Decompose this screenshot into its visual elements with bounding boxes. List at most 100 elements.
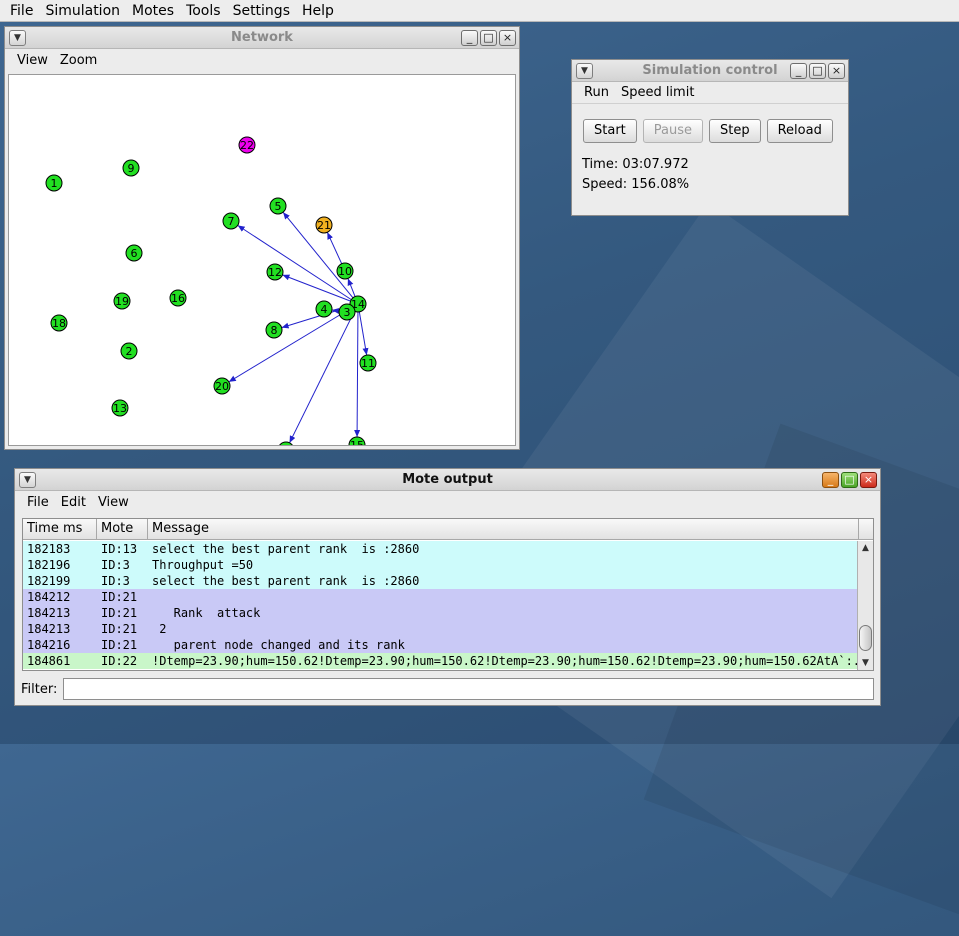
network-graph[interactable]: 19227521612101916414318821120131715: [9, 75, 516, 446]
cell-time: 184861: [27, 654, 71, 668]
minimize-icon[interactable]: _: [790, 63, 807, 79]
mote-node[interactable]: 13: [111, 399, 129, 417]
mote-node[interactable]: 15: [348, 436, 366, 446]
mote-node[interactable]: 6: [125, 244, 143, 262]
mote-node[interactable]: 19: [113, 292, 131, 310]
maximize-icon[interactable]: □: [480, 30, 497, 46]
mote-node[interactable]: 10: [336, 262, 354, 280]
mote-output-window: ▼ Mote output _ □ × File Edit View Time …: [14, 468, 881, 706]
menu-file[interactable]: File: [21, 495, 55, 510]
menu-edit[interactable]: Edit: [55, 495, 92, 510]
filter-input[interactable]: [63, 678, 875, 700]
time-readout: Time: 03:07.972: [582, 157, 689, 172]
mote-node[interactable]: 2: [120, 342, 138, 360]
mote-node-label: 4: [321, 303, 328, 316]
mote-node[interactable]: 8: [265, 321, 283, 339]
cell-message: Rank attack: [152, 606, 261, 620]
cell-time: 184213: [27, 606, 71, 620]
mote-node[interactable]: 20: [213, 377, 231, 395]
mote-node-label: 13: [113, 402, 127, 415]
mote-node[interactable]: 4: [315, 300, 333, 318]
edge-14-10: [347, 278, 356, 297]
mote-node[interactable]: 18: [50, 314, 68, 332]
menu-file[interactable]: File: [4, 1, 39, 21]
network-canvas[interactable]: 19227521612101916414318821120131715: [8, 74, 516, 446]
moteout-titlebar[interactable]: ▼ Mote output _ □ ×: [15, 469, 880, 491]
pause-button[interactable]: Pause: [642, 119, 703, 143]
vertical-scrollbar[interactable]: ▲ ▼: [857, 541, 873, 670]
table-row[interactable]: 184213 ID:21 2: [23, 621, 859, 637]
menu-simulation[interactable]: Simulation: [39, 1, 126, 21]
mote-node-label: 15: [350, 439, 364, 446]
mote-node-label: 3: [344, 306, 351, 319]
column-header-time[interactable]: Time ms: [23, 519, 97, 539]
speed-readout: Speed: 156.08%: [582, 177, 690, 192]
minimize-icon[interactable]: _: [822, 472, 839, 488]
menu-run[interactable]: Run: [578, 85, 615, 100]
mote-node[interactable]: 7: [222, 212, 240, 230]
menu-settings[interactable]: Settings: [227, 1, 296, 21]
table-body: 182183 ID:13 select the best parent rank i…: [23, 541, 859, 669]
table-row[interactable]: 182196 ID:3 Throughput =50: [23, 557, 859, 573]
mote-node-label: 21: [317, 219, 331, 232]
mote-output-table[interactable]: Time ms Mote Message 182183 ID:13 select t…: [22, 518, 874, 671]
step-button[interactable]: Step: [709, 119, 761, 143]
mote-node[interactable]: 17: [278, 441, 294, 446]
filter-label: Filter:: [21, 681, 58, 697]
simctl-titlebar[interactable]: ▼ Simulation control _ □ ×: [572, 60, 848, 82]
cell-message: parent node changed and its rank: [152, 638, 405, 652]
menu-view[interactable]: View: [11, 53, 54, 68]
edge-10-21: [326, 232, 343, 264]
table-row[interactable]: 182199 ID:3 select the best parent rank is…: [23, 573, 859, 589]
mote-node[interactable]: 3: [338, 303, 356, 321]
reload-button[interactable]: Reload: [766, 119, 833, 143]
edge-14-20: [228, 307, 352, 383]
maximize-icon[interactable]: □: [841, 472, 858, 488]
column-header-mote[interactable]: Mote: [97, 519, 148, 539]
network-menubar: View Zoom: [5, 49, 519, 71]
table-row[interactable]: 182183 ID:13 select the best parent rank i…: [23, 541, 859, 557]
scroll-up-icon[interactable]: ▲: [858, 541, 873, 555]
close-icon[interactable]: ×: [828, 63, 845, 79]
maximize-icon[interactable]: □: [809, 63, 826, 79]
table-row[interactable]: 184213 ID:21 Rank attack: [23, 605, 859, 621]
menu-zoom[interactable]: Zoom: [54, 53, 103, 68]
close-icon[interactable]: ×: [860, 472, 877, 488]
cell-message: select the best parent rank is :2860: [152, 542, 420, 556]
table-row[interactable]: 184216 ID:21 parent node changed and its …: [23, 637, 859, 653]
cell-mote: ID:21: [101, 606, 138, 620]
edge-14-17: [289, 310, 355, 444]
mote-node[interactable]: 22: [238, 136, 256, 154]
mote-node-label: 2: [126, 345, 133, 358]
menu-motes[interactable]: Motes: [126, 1, 180, 21]
close-icon[interactable]: ×: [499, 30, 516, 46]
table-row[interactable]: 184212 ID:21: [23, 589, 859, 605]
cell-mote: ID:3: [101, 558, 130, 572]
mote-node-label: 16: [171, 292, 185, 305]
mote-node-label: 8: [271, 324, 278, 337]
mote-node[interactable]: 5: [269, 197, 287, 215]
start-button[interactable]: Start: [583, 119, 637, 143]
menu-tools[interactable]: Tools: [180, 1, 227, 21]
scroll-thumb[interactable]: [859, 625, 872, 651]
mote-node[interactable]: 12: [266, 263, 284, 281]
mote-node[interactable]: 1: [45, 174, 63, 192]
mote-node[interactable]: 11: [359, 354, 377, 372]
column-header-message[interactable]: Message: [148, 519, 859, 539]
menu-view[interactable]: View: [92, 495, 135, 510]
mote-node[interactable]: 16: [169, 289, 187, 307]
mote-node[interactable]: 9: [122, 159, 140, 177]
network-titlebar[interactable]: ▼ Network _ □ ×: [5, 27, 519, 49]
cell-time: 182199: [27, 574, 71, 588]
table-row[interactable]: 184861 ID:22 !Dtemp=23.90;hum=150.62!Dtemp…: [23, 653, 859, 669]
cell-message: Throughput =50: [152, 558, 254, 572]
edge-14-7: [237, 224, 352, 301]
cell-time: 182196: [27, 558, 71, 572]
menu-speed-limit[interactable]: Speed limit: [615, 85, 700, 100]
menu-help[interactable]: Help: [296, 1, 340, 21]
scroll-down-icon[interactable]: ▼: [858, 656, 873, 670]
mote-node-label: 7: [228, 215, 235, 228]
minimize-icon[interactable]: _: [461, 30, 478, 46]
cell-time: 184213: [27, 622, 71, 636]
mote-node[interactable]: 21: [315, 216, 333, 234]
